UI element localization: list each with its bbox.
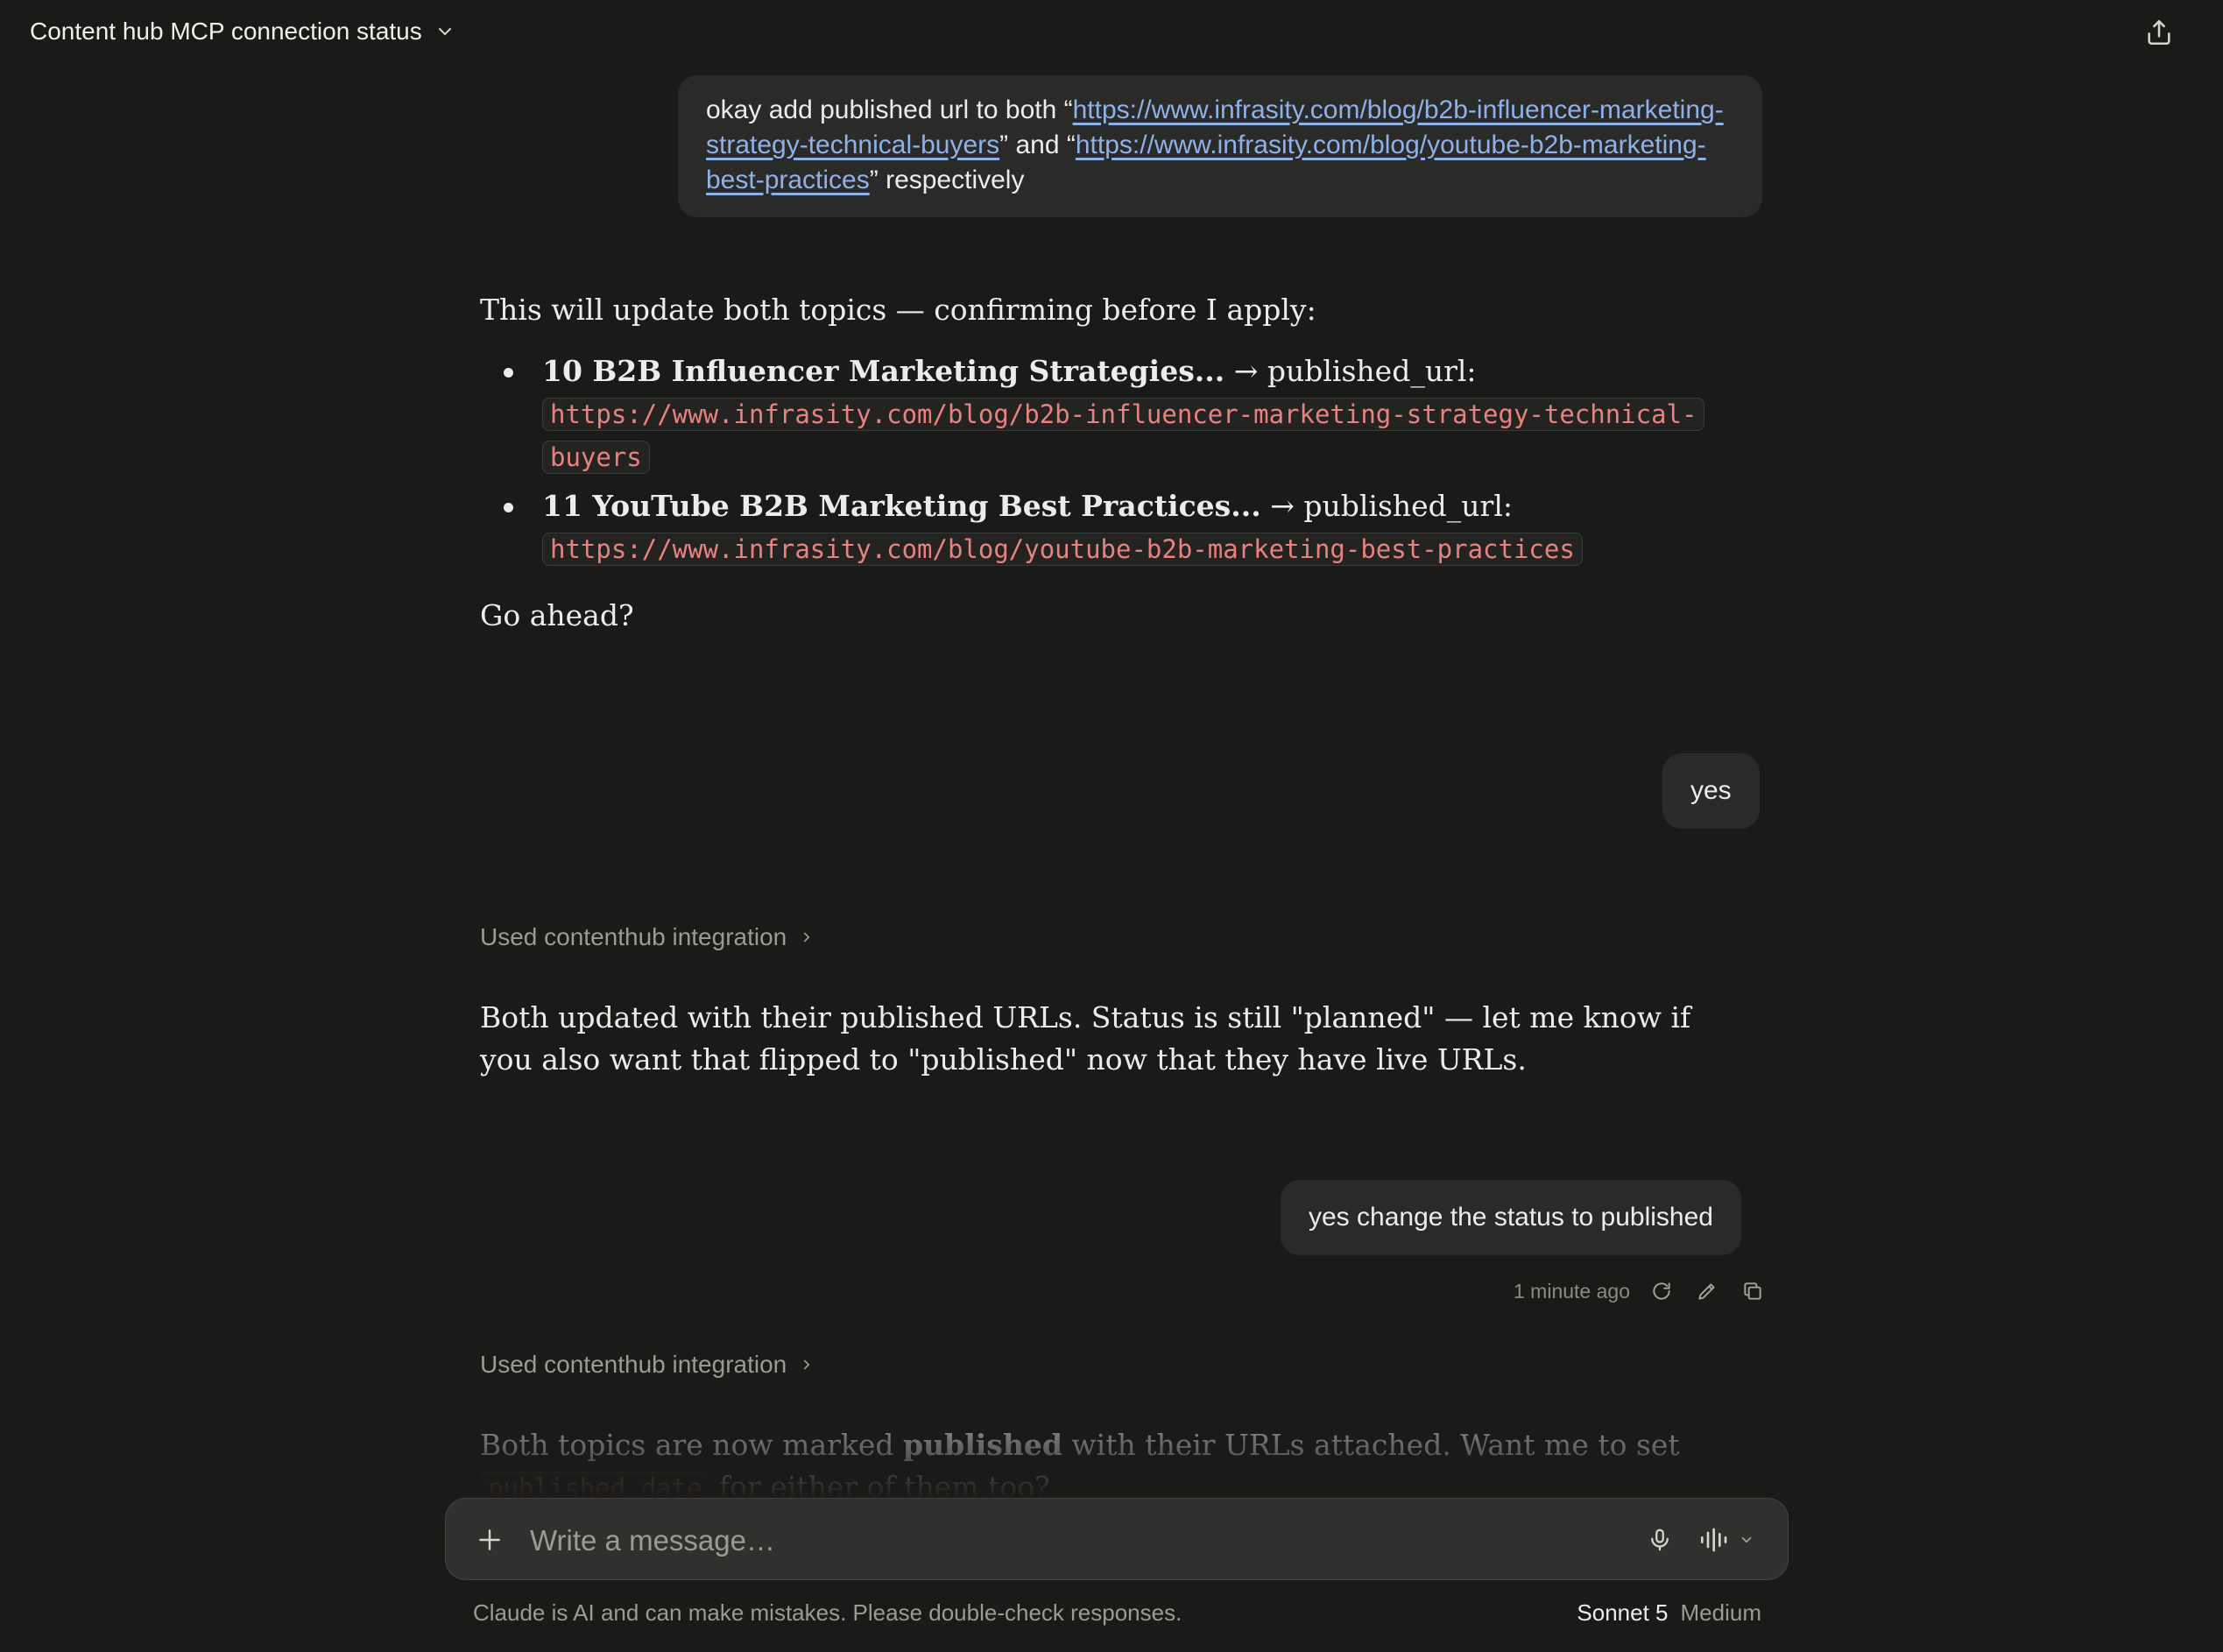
- list-item: 11 YouTube B2B Marketing Best Practices.…: [480, 485, 1759, 570]
- pencil-icon: [1698, 1283, 1715, 1300]
- copy-icon: [1744, 1282, 1761, 1300]
- code-url: https://www.infrasity.com/blog/youtube-b…: [542, 533, 1583, 566]
- plus-icon: [479, 1529, 500, 1550]
- model-level: Medium: [1680, 1599, 1761, 1626]
- retry-button[interactable]: [1648, 1277, 1676, 1305]
- update-list: 10 B2B Influencer Marketing Strategies..…: [480, 350, 1759, 570]
- add-attachment-button[interactable]: [470, 1521, 509, 1559]
- assistant-intro: This will update both topics — confirmin…: [480, 293, 1316, 327]
- dictation-button[interactable]: [1641, 1521, 1679, 1559]
- model-selector[interactable]: Sonnet 5 Medium: [1577, 1599, 1761, 1627]
- message-input[interactable]: [528, 1518, 1539, 1564]
- assistant-message: Both updated with their published URLs. …: [480, 1000, 1691, 1077]
- chevron-down-icon: [1741, 1536, 1752, 1543]
- user-message: yes: [1662, 753, 1760, 829]
- scrollbar[interactable]: [2216, 0, 2223, 1652]
- user-message: okay add published url to both “https://…: [678, 75, 1762, 217]
- user-message: yes change the status to published: [1281, 1180, 1741, 1255]
- assistant-question: Go ahead?: [480, 598, 634, 632]
- tool-use-toggle[interactable]: Used contenthub integration: [480, 920, 815, 955]
- chat-thread: okay add published url to both “https://…: [0, 0, 2223, 1652]
- edit-button[interactable]: [1693, 1277, 1721, 1305]
- list-item: 10 B2B Influencer Marketing Strategies..…: [480, 350, 1759, 478]
- microphone-icon: [1651, 1528, 1669, 1551]
- chevron-right-icon: [804, 1359, 810, 1370]
- refresh-icon: [1653, 1282, 1670, 1300]
- assistant-message: Both topics are now marked published wit…: [480, 1424, 1759, 1500]
- voice-mode-button[interactable]: [1698, 1521, 1768, 1559]
- waveform-icon: [1701, 1528, 1727, 1552]
- message-actions: 1 minute ago: [1514, 1274, 1767, 1309]
- model-name: Sonnet 5: [1577, 1599, 1669, 1626]
- ai-disclaimer: Claude is AI and can make mistakes. Plea…: [473, 1599, 1182, 1626]
- chevron-right-icon: [804, 932, 810, 942]
- assistant-message: This will update both topics — confirmin…: [480, 289, 1759, 637]
- tool-use-toggle[interactable]: Used contenthub integration: [480, 1347, 815, 1382]
- code-url: https://www.infrasity.com/blog/b2b-influ…: [542, 398, 1705, 474]
- timestamp: 1 minute ago: [1514, 1279, 1630, 1303]
- copy-button[interactable]: [1739, 1277, 1767, 1305]
- message-composer: [445, 1498, 1789, 1580]
